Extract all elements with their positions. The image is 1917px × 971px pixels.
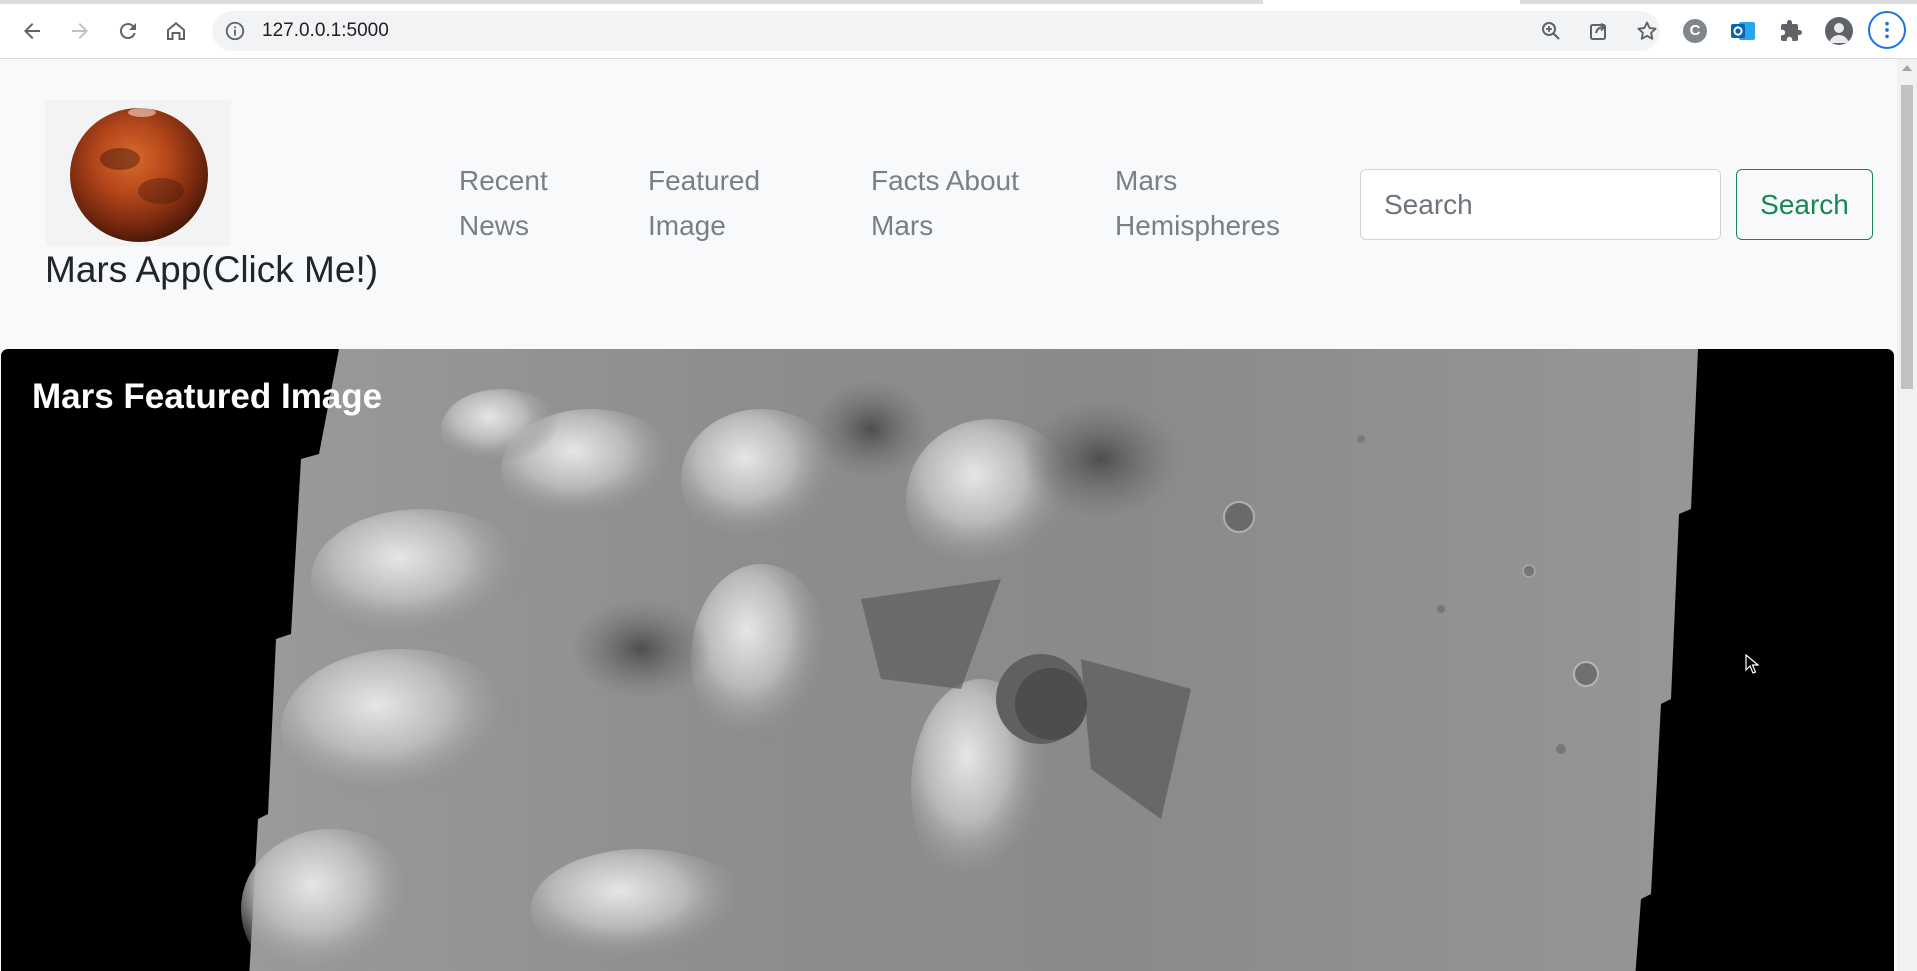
nav-recent-news-line2: News (459, 210, 530, 241)
scroll-thumb[interactable] (1901, 85, 1913, 389)
back-icon[interactable] (12, 11, 52, 51)
mars-planet-icon[interactable] (70, 108, 208, 242)
reload-icon[interactable] (108, 11, 148, 51)
extension-c-icon[interactable]: C (1683, 19, 1707, 43)
chrome-menu-icon[interactable] (1868, 11, 1906, 49)
nav-featured-image[interactable]: Featured Image (648, 158, 760, 248)
outlook-icon[interactable] (1730, 19, 1756, 43)
address-url[interactable]: 127.0.0.1:5000 (262, 11, 389, 51)
nav-recent-news[interactable]: Recent News (459, 158, 548, 248)
extensions-puzzle-icon[interactable] (1779, 19, 1803, 43)
nav-featured-image-line1: Featured (648, 165, 761, 196)
zoom-icon[interactable] (1539, 19, 1563, 43)
share-icon[interactable] (1587, 19, 1611, 43)
search-button[interactable]: Search (1736, 169, 1873, 240)
nav-facts-line1: Facts About (871, 165, 1019, 196)
page-viewport: Mars App(Click Me!) Recent News Featured… (0, 59, 1897, 971)
tab-strip-edge (0, 0, 1263, 4)
nav-mars-hemispheres[interactable]: Mars Hemispheres (1115, 158, 1280, 248)
forward-icon[interactable] (60, 11, 100, 51)
search-input[interactable] (1360, 169, 1721, 240)
nav-recent-news-line1: Recent (459, 165, 548, 196)
bookmark-star-icon[interactable] (1635, 19, 1659, 43)
nav-hemispheres-line1: Mars (1115, 165, 1178, 196)
mouse-cursor-icon (1745, 654, 1759, 674)
site-info-icon[interactable] (224, 20, 246, 42)
tab-strip-edge-right (1520, 0, 1917, 4)
profile-icon[interactable] (1825, 17, 1853, 45)
featured-image-jumbotron: Mars Featured Image (1, 349, 1894, 971)
browser-toolbar: 127.0.0.1:5000 C (0, 0, 1917, 59)
nav-facts-about-mars[interactable]: Facts About Mars (871, 158, 1019, 248)
address-bar[interactable]: 127.0.0.1:5000 (212, 11, 1660, 51)
featured-mars-image[interactable] (1, 349, 1894, 971)
page-scrollbar[interactable] (1897, 59, 1917, 971)
home-icon[interactable] (156, 11, 196, 51)
nav-hemispheres-line2: Hemispheres (1115, 210, 1280, 241)
nav-featured-image-line2: Image (648, 210, 726, 241)
brand-link[interactable]: Mars App(Click Me!) (45, 249, 378, 291)
nav-facts-line2: Mars (871, 210, 934, 241)
scroll-up-arrow-icon[interactable] (1902, 65, 1912, 71)
featured-image-title: Mars Featured Image (32, 377, 383, 416)
